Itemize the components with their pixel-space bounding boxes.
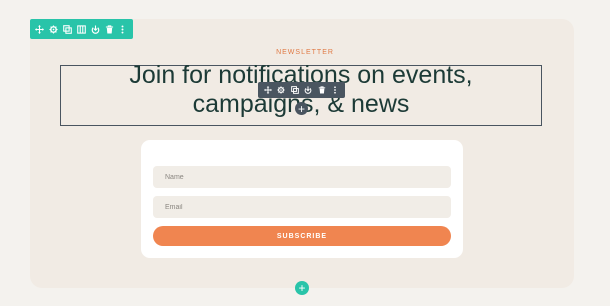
section-toolbar <box>30 19 133 39</box>
more-icon[interactable] <box>117 22 129 36</box>
save-icon[interactable] <box>303 84 313 96</box>
name-field[interactable] <box>153 166 451 188</box>
move-icon[interactable] <box>34 22 46 36</box>
columns-icon[interactable] <box>75 22 87 36</box>
duplicate-icon[interactable] <box>290 84 300 96</box>
newsletter-eyebrow: NEWSLETTER <box>276 49 334 56</box>
save-icon[interactable] <box>89 22 101 36</box>
move-icon[interactable] <box>263 84 273 96</box>
settings-icon[interactable] <box>48 22 60 36</box>
element-toolbar <box>258 82 345 98</box>
delete-icon[interactable] <box>317 84 327 96</box>
subscribe-button[interactable]: SUBSCRIBE <box>153 226 451 246</box>
duplicate-icon[interactable] <box>62 22 74 36</box>
add-element-plus-icon[interactable]: + <box>295 102 308 115</box>
settings-icon[interactable] <box>276 84 286 96</box>
email-field[interactable] <box>153 196 451 218</box>
delete-icon[interactable] <box>103 22 115 36</box>
add-section-plus-icon[interactable]: + <box>295 281 309 295</box>
more-icon[interactable] <box>330 84 340 96</box>
